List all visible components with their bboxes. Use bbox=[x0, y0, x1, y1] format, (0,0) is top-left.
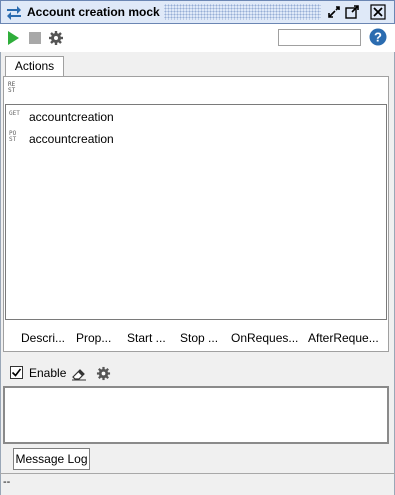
eraser-icon[interactable] bbox=[71, 367, 87, 381]
restore-icon[interactable] bbox=[326, 4, 342, 20]
svg-text:?: ? bbox=[374, 30, 382, 45]
tab-afterrequest-script[interactable]: AfterReque... bbox=[308, 331, 379, 345]
help-icon[interactable]: ? bbox=[369, 28, 387, 46]
tab-label: Actions bbox=[14, 59, 55, 73]
tab-stop-script[interactable]: Stop ... bbox=[180, 331, 218, 345]
window-title: Account creation mock bbox=[27, 5, 160, 19]
message-log-area[interactable] bbox=[3, 386, 389, 444]
rest-icon[interactable]: RE ST bbox=[8, 82, 15, 94]
close-icon[interactable] bbox=[370, 4, 386, 20]
stop-icon[interactable] bbox=[27, 30, 43, 46]
status-divider bbox=[0, 473, 395, 474]
tab-properties[interactable]: Prop... bbox=[76, 331, 111, 345]
list-item-label: accountcreation bbox=[29, 110, 114, 124]
post-method-icon: POST bbox=[9, 130, 17, 143]
tab-start-script[interactable]: Start ... bbox=[127, 331, 166, 345]
status-text: -- bbox=[3, 476, 11, 488]
get-method-icon: GET bbox=[9, 110, 20, 117]
tab-actions[interactable]: Actions bbox=[5, 56, 64, 77]
tab-label: Message Log bbox=[15, 452, 88, 466]
enable-row: Enable bbox=[0, 363, 395, 385]
tab-message-log[interactable]: Message Log bbox=[13, 448, 90, 470]
play-icon[interactable] bbox=[5, 30, 21, 46]
title-bar[interactable]: Account creation mock bbox=[0, 0, 395, 24]
enable-label: Enable bbox=[29, 366, 67, 380]
tab-description[interactable]: Descri... bbox=[21, 331, 65, 345]
maximize-icon[interactable] bbox=[344, 4, 360, 20]
gear-icon[interactable] bbox=[48, 30, 64, 46]
action-list[interactable]: GET accountcreation POST accountcreation bbox=[5, 104, 387, 320]
search-input[interactable] bbox=[278, 29, 361, 46]
title-bar-grip bbox=[164, 4, 321, 20]
list-item[interactable]: POST accountcreation bbox=[8, 130, 384, 148]
gear-icon[interactable] bbox=[96, 366, 111, 381]
checkmark-icon bbox=[11, 368, 22, 377]
tab-onrequest-script[interactable]: OnReques... bbox=[231, 331, 298, 345]
enable-checkbox[interactable] bbox=[10, 366, 23, 379]
list-item[interactable]: GET accountcreation bbox=[8, 108, 384, 126]
swap-arrows-icon bbox=[7, 6, 21, 20]
list-item-label: accountcreation bbox=[29, 132, 114, 146]
toolbar: ? bbox=[0, 24, 395, 52]
